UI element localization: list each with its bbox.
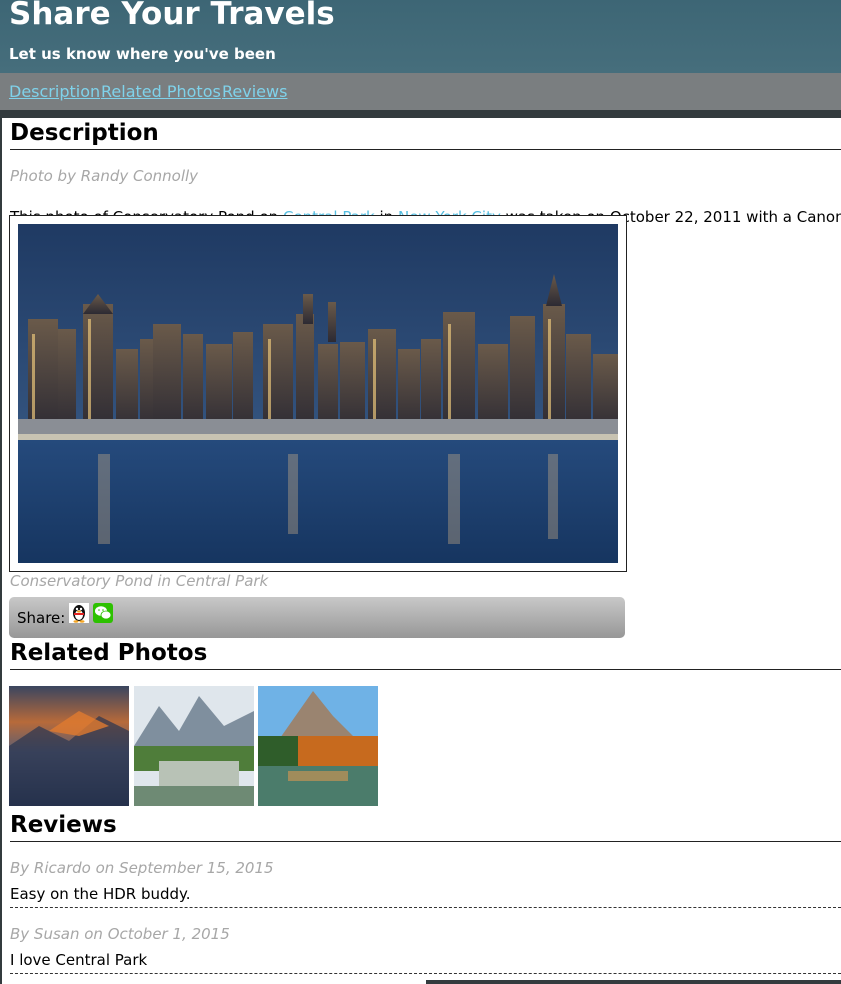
main-photo-frame <box>9 215 627 572</box>
main-nav: Description Related Photos Reviews <box>0 73 841 110</box>
misty-mountain-sunrise-thumbnail[interactable] <box>9 686 129 806</box>
share-bar: Share: <box>9 597 625 638</box>
review-text: I love Central Park <box>10 951 148 969</box>
wechat-icon[interactable] <box>93 603 113 623</box>
reviews-heading: Reviews <box>10 810 841 842</box>
page-bottom-border <box>426 980 841 984</box>
nav-link-description[interactable]: Description <box>9 82 100 101</box>
page-left-border <box>0 118 2 984</box>
nav-link-reviews[interactable]: Reviews <box>222 82 287 101</box>
photo-caption: Conservatory Pond in Central Park <box>10 572 269 590</box>
nav-link-related-photos[interactable]: Related Photos <box>101 82 221 101</box>
new-york-skyline-photo <box>18 224 618 563</box>
review-meta: By Susan on October 1, 2015 <box>10 925 230 943</box>
site-tagline: Let us know where you've been <box>9 45 276 63</box>
share-label: Share: <box>17 609 66 627</box>
alpine-lake-autumn-thumbnail[interactable] <box>258 686 378 806</box>
description-heading: Description <box>10 118 841 150</box>
nav-divider <box>0 110 841 118</box>
qq-penguin-icon[interactable] <box>69 603 89 623</box>
review-divider <box>10 907 841 908</box>
site-header: Share Your Travels Let us know where you… <box>0 0 841 73</box>
review-divider <box>10 973 841 974</box>
site-title: Share Your Travels <box>9 0 335 32</box>
review-text: Easy on the HDR buddy. <box>10 885 191 903</box>
photo-credit: Photo by Randy Connolly <box>10 167 199 185</box>
review-meta: By Ricardo on September 15, 2015 <box>10 859 274 877</box>
related-photos-heading: Related Photos <box>10 638 841 670</box>
mountain-waterfall-thumbnail[interactable] <box>134 686 254 806</box>
